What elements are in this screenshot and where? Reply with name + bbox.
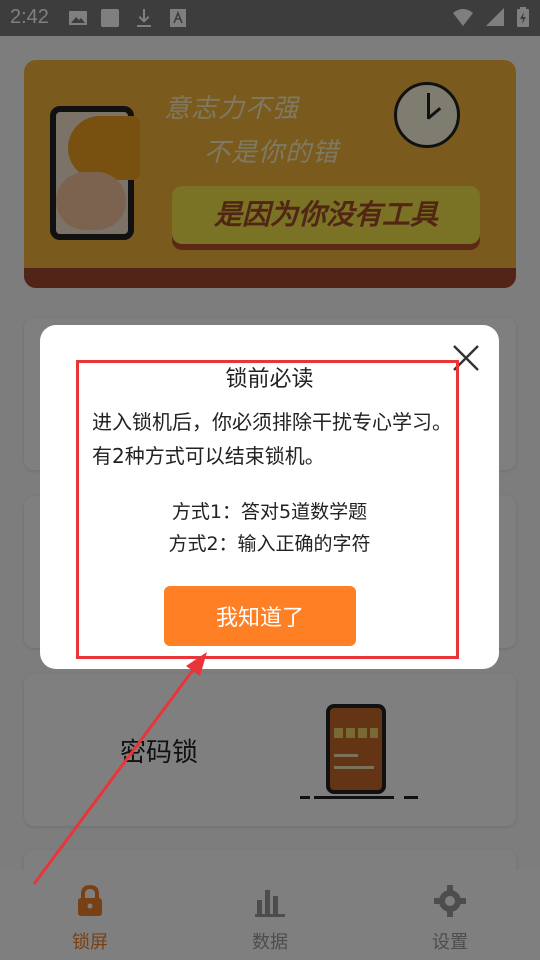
annotation-highlight-box [76,360,459,659]
